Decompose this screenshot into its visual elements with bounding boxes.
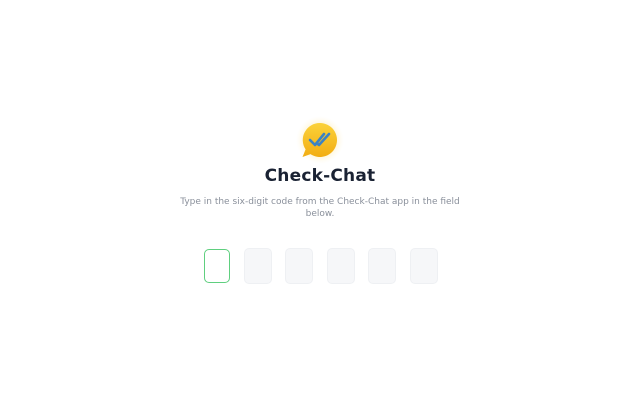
page-title: Check-Chat — [264, 166, 376, 186]
instructions-text: Type in the six-digit code from the Chec… — [180, 197, 460, 219]
code-input-group — [0, 248, 640, 284]
chat-bubble-double-check-icon — [296, 116, 344, 164]
code-digit-2[interactable] — [244, 248, 272, 284]
code-digit-3[interactable] — [285, 248, 313, 284]
code-digit-5[interactable] — [368, 248, 396, 284]
code-digit-1[interactable] — [204, 249, 230, 283]
verification-page: Check-Chat Type in the six-digit code fr… — [0, 0, 640, 400]
code-digit-6[interactable] — [410, 248, 438, 284]
code-digit-4[interactable] — [327, 248, 355, 284]
